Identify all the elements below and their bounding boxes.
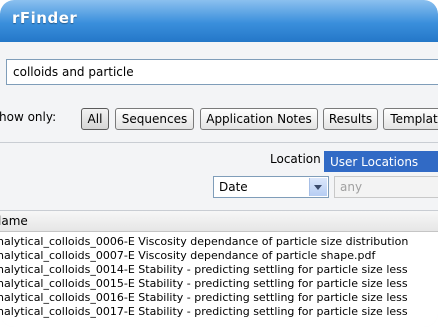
search-input[interactable]: colloids and particle (6, 59, 438, 85)
list-item[interactable]: nalytical_colloids_0017-E Stability - pr… (0, 305, 438, 319)
filter-all-button[interactable]: All (81, 108, 109, 130)
filter-application-notes-button[interactable]: Application Notes (200, 108, 318, 130)
location-select[interactable]: User Locations (324, 151, 438, 172)
results-list: lame nalytical_colloids_0006-E Viscosity… (0, 210, 438, 327)
list-item[interactable]: nalytical_colloids_0007-E Viscosity depe… (0, 249, 438, 263)
name-column-label: lame (0, 214, 28, 228)
title-bar[interactable]: rFinder (0, 0, 438, 42)
chevron-down-icon[interactable] (309, 178, 327, 196)
filter-results-button[interactable]: Results (323, 108, 378, 130)
location-value: User Locations (330, 155, 419, 169)
list-item[interactable]: nalytical_colloids_0006-E Viscosity depe… (0, 235, 438, 249)
name-column-header[interactable]: lame (0, 211, 438, 232)
divider (0, 142, 438, 143)
location-label: Location (270, 152, 321, 166)
filter-templates-button[interactable]: Templat (383, 108, 438, 130)
list-item[interactable]: nalytical_colloids_0014-E Stability - pr… (0, 263, 438, 277)
list-item[interactable]: nalytical_colloids_0016-E Stability - pr… (0, 291, 438, 305)
date-value: Date (219, 180, 248, 194)
date-range-select[interactable]: any (334, 176, 438, 198)
filter-sequences-button[interactable]: Sequences (115, 108, 194, 130)
filter-bar: how only: All Sequences Application Note… (0, 108, 438, 130)
list-item[interactable]: nalytical_colloids_0015-E Stability - pr… (0, 277, 438, 291)
app-window: rFinder colloids and particle how only: … (0, 0, 438, 327)
window-title: rFinder (12, 9, 78, 27)
show-only-label: how only: (0, 110, 57, 124)
date-select[interactable]: Date (213, 176, 329, 198)
date-range-value: any (340, 180, 363, 194)
